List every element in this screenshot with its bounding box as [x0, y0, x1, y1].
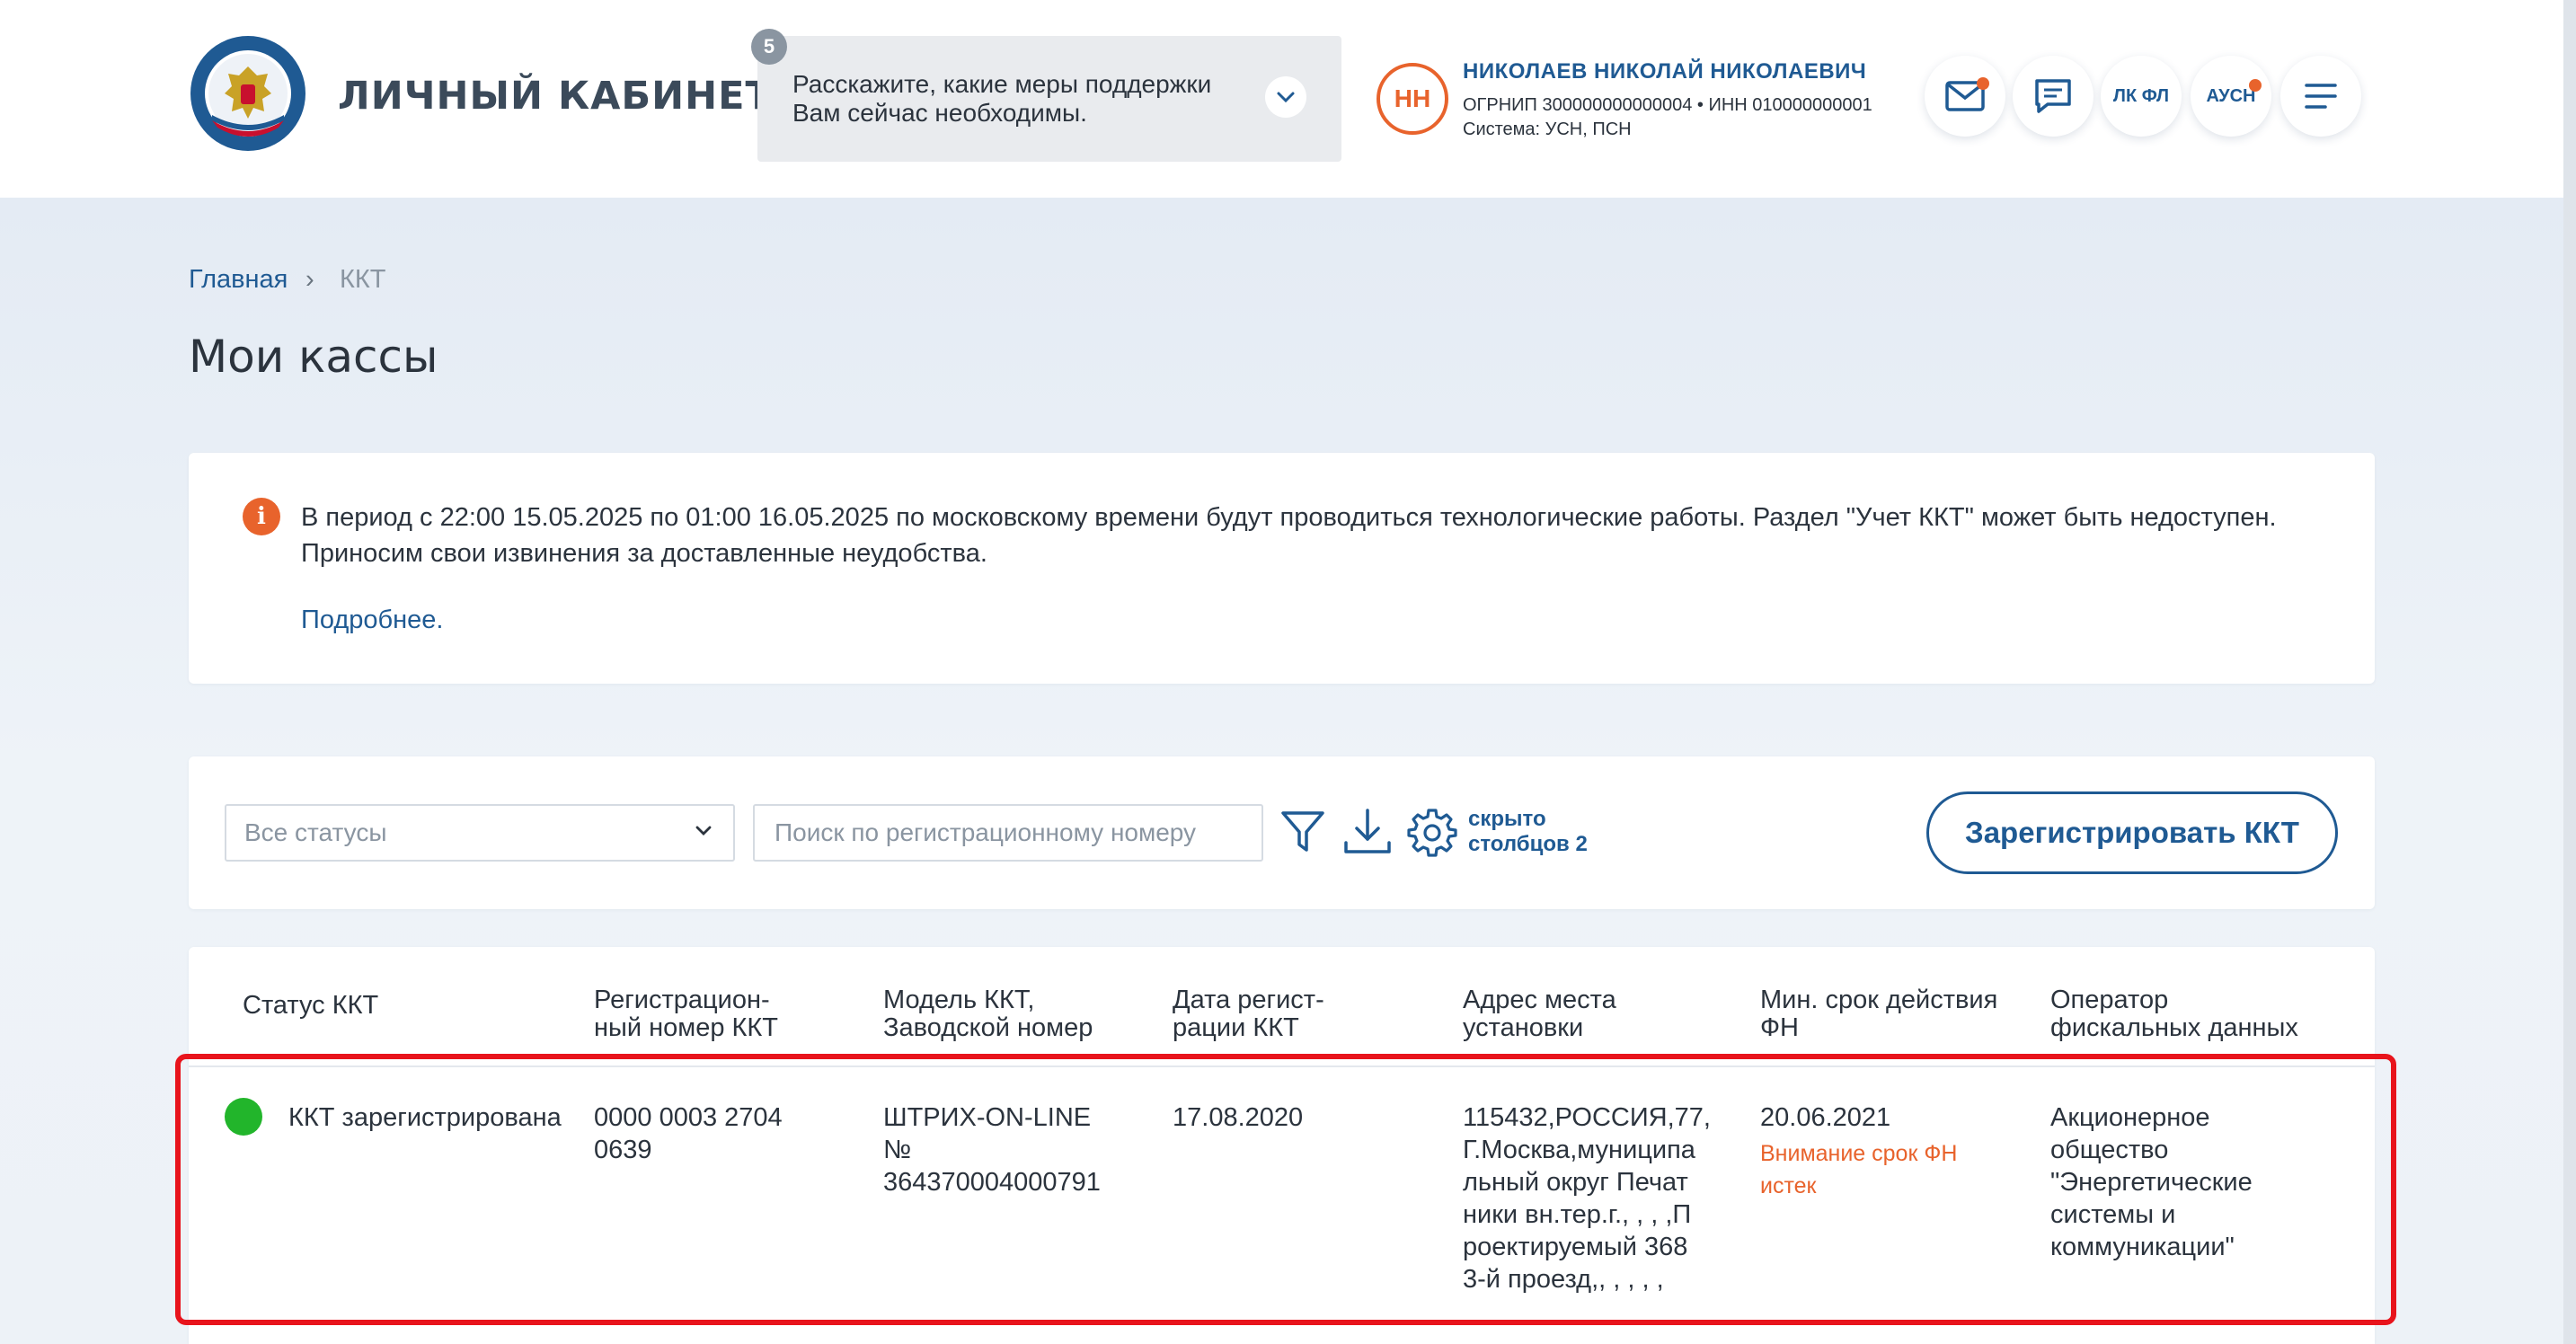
col-header-reg-date[interactable]: Дата регист- рации ККТ — [1173, 986, 1324, 1042]
lk-fl-label: ЛК ФЛ — [2112, 85, 2170, 106]
user-name[interactable]: НИКОЛАЕВ НИКОЛАЙ НИКОЛАЕВИЧ — [1463, 59, 1866, 84]
lk-fl-button[interactable]: ЛК ФЛ — [2101, 56, 2182, 137]
cell-fn-term: 20.06.2021 — [1760, 1103, 1891, 1132]
chat-icon — [2035, 79, 2071, 113]
fns-logo[interactable] — [189, 34, 307, 153]
register-kkt-button[interactable]: Зарегистрировать ККТ — [1926, 791, 2338, 874]
cell-status: ККТ зарегистрирована — [288, 1103, 562, 1132]
breadcrumb-separator-icon: › — [305, 265, 314, 294]
ausn-notification-dot — [2249, 79, 2262, 92]
status-indicator — [225, 1098, 262, 1136]
hamburger-menu-icon — [2305, 84, 2337, 109]
notice-more-link[interactable]: Подробнее. — [301, 606, 443, 635]
mail-button[interactable] — [1925, 56, 2005, 137]
page-title: Мои кассы — [189, 331, 438, 383]
info-icon: i — [243, 498, 280, 535]
breadcrumb-home[interactable]: Главная — [189, 265, 288, 295]
menu-button[interactable] — [2280, 56, 2361, 137]
col-header-fn-term[interactable]: Мин. срок действия ФН — [1760, 986, 1997, 1042]
gear-icon[interactable] — [1407, 807, 1457, 862]
user-ids: ОГРНИП 300000000000004 • ИНН 01000000000… — [1463, 95, 1872, 115]
col-header-operator[interactable]: Оператор фискальных данных — [2050, 986, 2298, 1042]
scrollbar-track[interactable] — [2563, 0, 2576, 1344]
filter-icon[interactable] — [1279, 809, 1326, 860]
col-header-model[interactable]: Модель ККТ, Заводской номер — [883, 986, 1093, 1042]
notice-text: В период с 22:00 15.05.2025 по 01:00 16.… — [301, 503, 2277, 568]
chevron-down-icon[interactable] — [1265, 76, 1306, 118]
ausn-label: АУСН — [2206, 85, 2256, 106]
chevron-down-icon — [692, 819, 715, 847]
col-header-reg-number[interactable]: Регистрацион- ный номер ККТ — [594, 986, 778, 1042]
ausn-button[interactable]: АУСН — [2191, 56, 2271, 137]
support-badge: 5 — [751, 29, 787, 65]
mail-notification-dot — [1977, 77, 1989, 90]
cell-reg-number: 0000 0003 2704 0639 — [594, 1103, 783, 1164]
hidden-columns-label: скрыто столбцов 2 — [1468, 807, 1588, 856]
col-header-status[interactable]: Статус ККТ — [243, 992, 378, 1020]
cell-reg-date: 17.08.2020 — [1173, 1103, 1304, 1132]
cell-operator: Акционерное общество "Энергетические сис… — [2050, 1103, 2253, 1261]
cell-model: ШТРИХ-ON-LINE № 364370004000791 — [883, 1103, 1101, 1197]
download-icon[interactable] — [1342, 807, 1393, 862]
status-select-value: Все статусы — [244, 818, 387, 846]
fn-expired-warning: Внимание срок ФН истек — [1760, 1141, 1958, 1198]
hidden-columns-link[interactable]: скрыто столбцов 2 — [1468, 807, 1588, 857]
avatar[interactable]: НН — [1377, 63, 1448, 135]
header-divider — [189, 1065, 2375, 1067]
support-text[interactable]: Расскажите, какие меры поддержки Вам сей… — [792, 70, 1260, 128]
user-tax-system: Система: УСН, ПСН — [1463, 119, 1632, 139]
search-input[interactable] — [753, 804, 1263, 862]
breadcrumb-current: ККТ — [340, 265, 386, 294]
messages-button[interactable] — [2013, 56, 2094, 137]
cell-address: 115432,РОССИЯ,77, Г.Москва,муниципа льны… — [1463, 1103, 1711, 1294]
col-header-address[interactable]: Адрес места установки — [1463, 986, 1616, 1042]
